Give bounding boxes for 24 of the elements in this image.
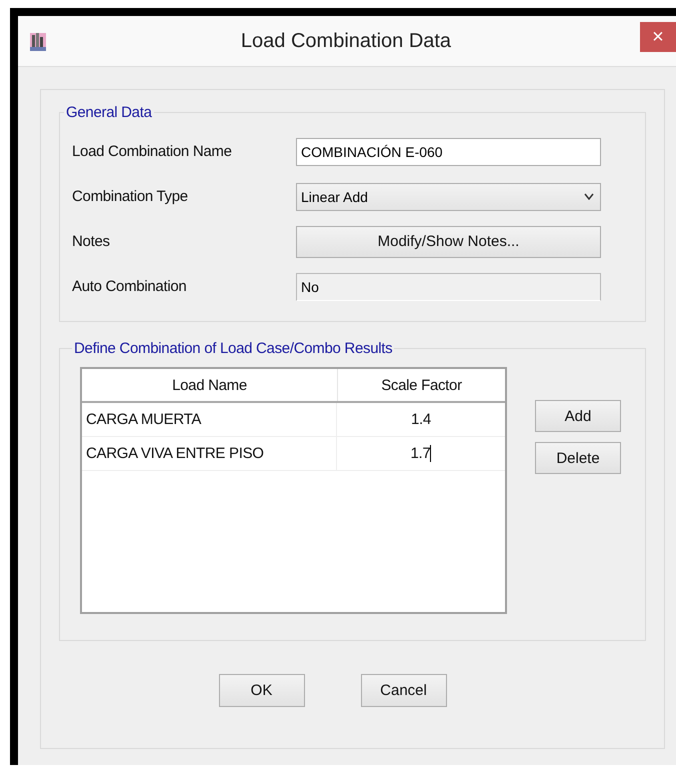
column-header[interactable]: Scale Factor	[338, 369, 505, 401]
field-label: Notes	[72, 233, 111, 250]
dialog-button[interactable]: Cancel	[360, 674, 446, 707]
close-button[interactable]: ×	[640, 22, 676, 52]
auto-combination-field: No	[296, 272, 601, 300]
chevron-down-icon	[584, 193, 594, 200]
window-title: Load Combination Data	[240, 30, 452, 52]
table-cell: CARGA MUERTA	[82, 403, 337, 436]
group-title: General Data	[65, 104, 153, 121]
table-cell: CARGA VIVA ENTRE PISO	[82, 437, 337, 470]
dialog-button[interactable]: OK	[218, 674, 304, 707]
field-label: Load Combination Name	[72, 143, 233, 160]
field-label: Auto Combination	[72, 278, 188, 295]
app-icon	[30, 31, 46, 51]
table-action-button[interactable]: Delete	[535, 442, 621, 474]
column-header[interactable]: Load Name	[82, 369, 338, 401]
group-title: Define Combination of Load Case/Combo Results	[73, 340, 394, 357]
type-dropdown[interactable]: Linear Add	[296, 182, 601, 210]
field-label: Combination Type	[72, 188, 189, 205]
table-cell-text: 1.4	[410, 410, 432, 430]
table-cell-text: 1.7	[410, 444, 432, 464]
notes-button[interactable]: Modify/Show Notes...	[296, 226, 601, 258]
name-field[interactable]: COMBINACIÓN E-060	[296, 138, 601, 166]
table-action-button[interactable]: Add	[535, 400, 621, 432]
